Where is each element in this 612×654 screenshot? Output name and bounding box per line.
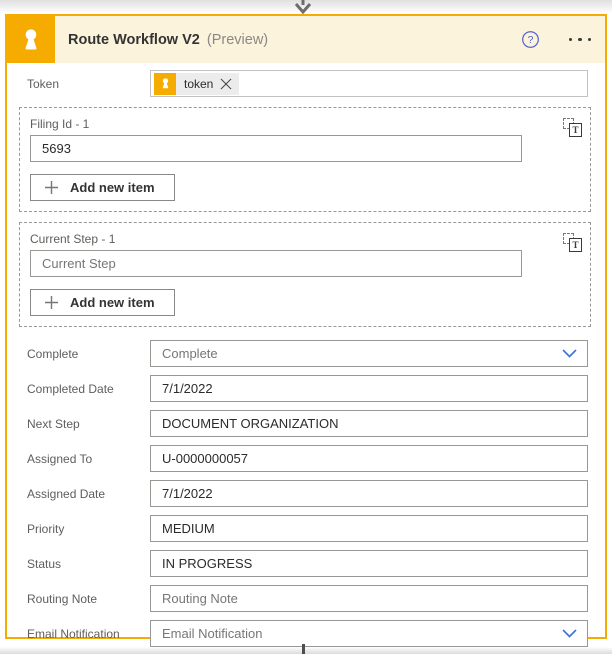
field-input[interactable] — [150, 550, 588, 577]
field-input-wrap — [150, 375, 588, 402]
field-input-wrap — [150, 620, 588, 647]
array-item-label: Current Step - 1 — [30, 232, 580, 246]
field-input[interactable] — [150, 480, 588, 507]
close-x-icon[interactable] — [218, 78, 239, 90]
array-item-section: Current Step - 1 Add new item — [19, 222, 591, 327]
chevron-down-icon[interactable] — [562, 349, 577, 358]
field-label: Next Step — [20, 417, 150, 431]
array-item-input[interactable] — [30, 250, 522, 277]
field-row: Assigned Date — [20, 480, 588, 507]
ellipsis-icon — [563, 38, 592, 42]
connector-arrow-icon — [290, 0, 316, 14]
token-input[interactable]: token — [150, 70, 588, 97]
field-input-wrap — [150, 445, 588, 472]
field-label: Complete — [20, 347, 150, 361]
field-row: Assigned To — [20, 445, 588, 472]
header-actions: ? — [519, 28, 606, 51]
switch-to-array-icon[interactable]: T — [563, 118, 582, 137]
action-title: Route Workflow V2 (Preview) — [68, 32, 268, 48]
action-card-route-workflow: Route Workflow V2 (Preview) ? Token — [5, 14, 607, 639]
help-button[interactable]: ? — [519, 28, 542, 51]
field-input[interactable] — [150, 515, 588, 542]
field-row: Completed Date — [20, 375, 588, 402]
field-input[interactable] — [150, 445, 588, 472]
action-card-body: Token token — [7, 63, 605, 647]
array-item-label: Filing Id - 1 — [30, 117, 580, 131]
action-title-text: Route Workflow V2 — [68, 32, 200, 48]
field-input-wrap — [150, 585, 588, 612]
keyhole-icon — [16, 25, 46, 55]
field-input-wrap — [150, 515, 588, 542]
plus-icon — [44, 180, 59, 195]
field-rows: Complete Completed Date — [20, 340, 588, 647]
field-row: Routing Note — [20, 585, 588, 612]
field-row: Priority — [20, 515, 588, 542]
connector-tile — [7, 16, 55, 63]
question-mark-icon: ? — [521, 30, 540, 49]
field-label: Completed Date — [20, 382, 150, 396]
field-label: Status — [20, 557, 150, 571]
field-row: Email Notification — [20, 620, 588, 647]
chevron-down-icon[interactable] — [562, 629, 577, 638]
field-label: Assigned To — [20, 452, 150, 466]
field-row: Status — [20, 550, 588, 577]
field-label: Email Notification — [20, 627, 150, 641]
field-input[interactable] — [150, 375, 588, 402]
field-input[interactable] — [150, 340, 588, 367]
preview-badge: (Preview) — [207, 32, 268, 48]
field-input[interactable] — [150, 620, 588, 647]
array-sections: Filing Id - 1 Add new item — [20, 107, 588, 327]
field-input-wrap — [150, 410, 588, 437]
add-new-item-label: Add new item — [70, 295, 155, 310]
field-input-wrap — [150, 550, 588, 577]
svg-text:?: ? — [527, 35, 533, 46]
token-chip[interactable]: token — [154, 73, 239, 95]
connector-line — [302, 644, 305, 654]
field-input[interactable] — [150, 585, 588, 612]
keyhole-icon — [154, 73, 176, 95]
bottom-shadow — [0, 647, 612, 654]
array-item-input[interactable] — [30, 135, 522, 162]
add-new-item-button[interactable]: Add new item — [30, 174, 175, 201]
field-row: Next Step — [20, 410, 588, 437]
token-chip-label: token — [176, 77, 218, 91]
field-input-wrap — [150, 480, 588, 507]
add-new-item-button[interactable]: Add new item — [30, 289, 175, 316]
switch-to-array-icon[interactable]: T — [563, 233, 582, 252]
field-label: Assigned Date — [20, 487, 150, 501]
array-item-section: Filing Id - 1 Add new item — [19, 107, 591, 212]
action-card-header[interactable]: Route Workflow V2 (Preview) ? — [7, 16, 605, 63]
plus-icon — [44, 295, 59, 310]
field-row: Complete — [20, 340, 588, 367]
add-new-item-label: Add new item — [70, 180, 155, 195]
field-input-wrap — [150, 340, 588, 367]
token-label: Token — [20, 77, 150, 91]
field-input[interactable] — [150, 410, 588, 437]
designer-canvas: Route Workflow V2 (Preview) ? Token — [0, 0, 612, 654]
field-label: Routing Note — [20, 592, 150, 606]
field-label: Priority — [20, 522, 150, 536]
token-row: Token token — [20, 70, 588, 97]
more-menu-button[interactable] — [561, 36, 594, 44]
